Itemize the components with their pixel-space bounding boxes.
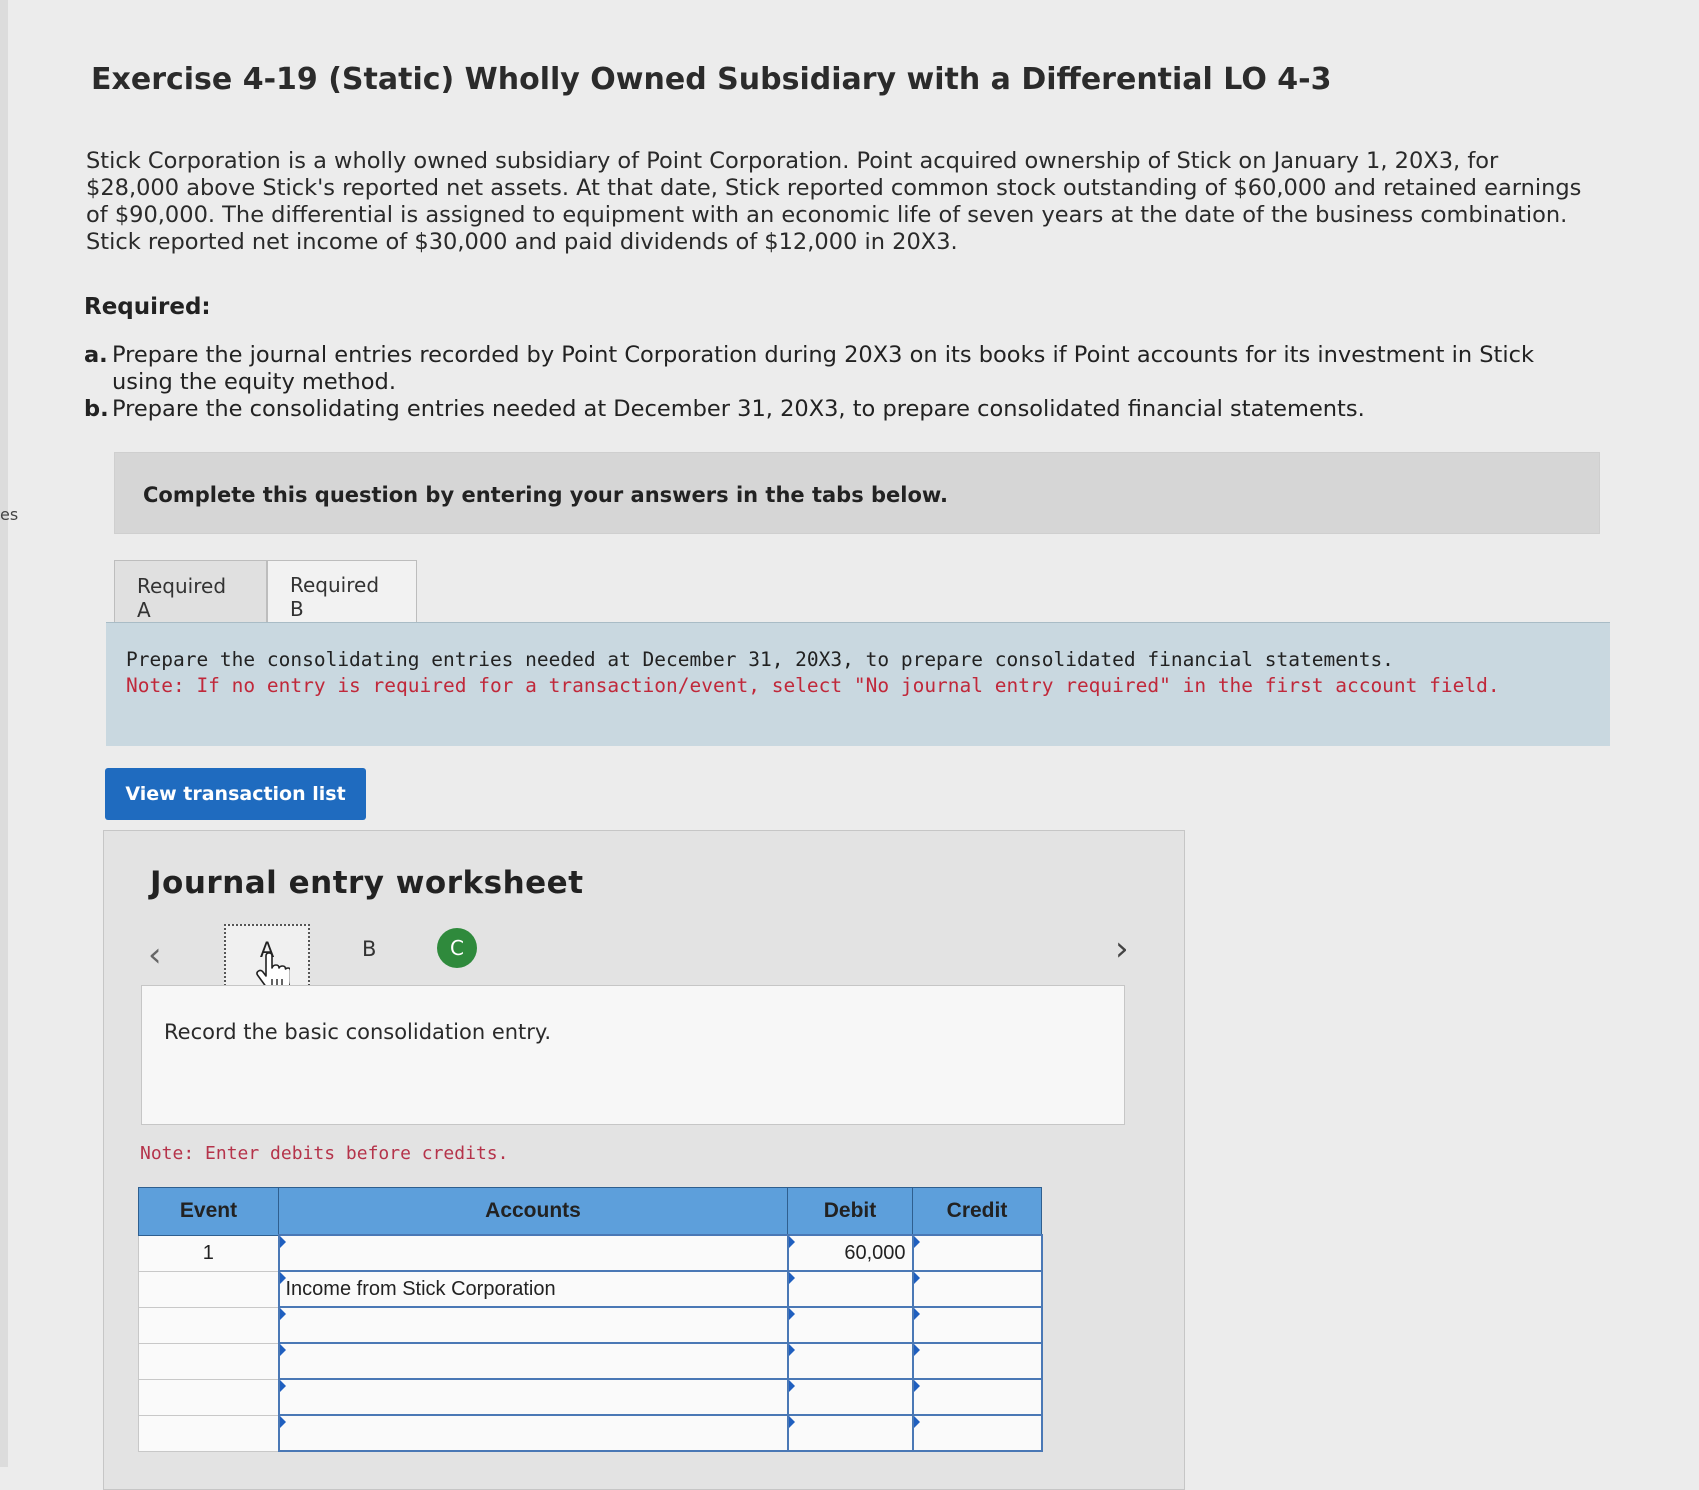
event-cell: [138, 1342, 279, 1380]
column-header-credit: Credit: [912, 1187, 1042, 1236]
instructions-banner: Complete this question by entering your …: [114, 452, 1600, 534]
input-marker-icon: [913, 1308, 920, 1320]
dropdown-marker-icon: [279, 1416, 286, 1428]
account-value: Income from Stick Corporation: [285, 1277, 556, 1300]
dropdown-marker-icon: [279, 1236, 286, 1248]
event-cell: [138, 1414, 279, 1452]
input-marker-icon: [788, 1380, 795, 1392]
required-item-text: Prepare the consolidating entries needed…: [112, 396, 1365, 422]
table-row: [138, 1378, 1043, 1416]
debit-value: 60,000: [844, 1241, 906, 1264]
input-marker-icon: [788, 1416, 795, 1428]
page-title: Exercise 4-19 (Static) Wholly Owned Subs…: [91, 62, 1332, 97]
input-marker-icon: [913, 1272, 920, 1284]
event-c-button[interactable]: C: [437, 928, 477, 968]
event-cell: 1: [138, 1234, 279, 1272]
event-b-button[interactable]: B: [362, 937, 376, 961]
debit-input[interactable]: [786, 1306, 914, 1344]
input-marker-icon: [788, 1272, 795, 1284]
left-edge-strip: [0, 0, 8, 1467]
required-item-a: a. Prepare the journal entries recorded …: [84, 342, 1564, 396]
debit-input[interactable]: [786, 1270, 914, 1308]
journal-table: Event Accounts Debit Credit 1 60,000 Inc…: [138, 1187, 1043, 1452]
table-row: [138, 1306, 1043, 1344]
required-item-label: a.: [84, 342, 108, 368]
account-select[interactable]: Income from Stick Corporation: [277, 1270, 789, 1308]
dropdown-marker-icon: [279, 1308, 286, 1320]
column-header-accounts: Accounts: [278, 1187, 788, 1236]
column-header-event: Event: [138, 1187, 279, 1236]
credit-input[interactable]: [911, 1342, 1043, 1380]
required-item-text: Prepare the journal entries recorded by …: [112, 342, 1534, 395]
credit-input[interactable]: [911, 1414, 1043, 1452]
chevron-right-icon[interactable]: ›: [1115, 929, 1129, 969]
required-item-b: b. Prepare the consolidating entries nee…: [84, 396, 1564, 423]
credit-input[interactable]: [911, 1378, 1043, 1416]
debit-input[interactable]: [786, 1414, 914, 1452]
input-marker-icon: [788, 1308, 795, 1320]
debit-input[interactable]: 60,000: [786, 1234, 914, 1272]
worksheet-title: Journal entry worksheet: [150, 865, 584, 901]
debit-input[interactable]: [786, 1342, 914, 1380]
dropdown-marker-icon: [279, 1380, 286, 1392]
input-marker-icon: [788, 1344, 795, 1356]
table-row: Income from Stick Corporation: [138, 1270, 1043, 1308]
input-marker-icon: [913, 1380, 920, 1392]
sidebar-fragment: es: [0, 505, 19, 524]
panel-note: Note: If no entry is required for a tran…: [126, 674, 1500, 697]
table-row: [138, 1414, 1043, 1452]
entry-instruction: Record the basic consolidation entry.: [164, 1020, 552, 1044]
credit-input[interactable]: [911, 1306, 1043, 1344]
input-marker-icon: [913, 1416, 920, 1428]
entry-instruction-box: Record the basic consolidation entry.: [141, 985, 1125, 1125]
panel-instructions: Prepare the consolidating entries needed…: [126, 647, 1576, 699]
required-heading: Required:: [84, 294, 211, 320]
journal-entry-worksheet: Journal entry worksheet ‹ A B C › Record…: [103, 830, 1185, 1490]
account-select[interactable]: [277, 1306, 789, 1344]
event-cell: [138, 1306, 279, 1344]
required-item-label: b.: [84, 396, 109, 422]
account-select[interactable]: [277, 1234, 789, 1272]
event-cell: [138, 1378, 279, 1416]
view-transaction-list-button[interactable]: View transaction list: [105, 768, 366, 820]
table-row: [138, 1342, 1043, 1380]
panel-text: Prepare the consolidating entries needed…: [126, 648, 1394, 671]
table-header-row: Event Accounts Debit Credit: [138, 1187, 1042, 1236]
event-a-button[interactable]: A: [224, 924, 310, 992]
required-list: a. Prepare the journal entries recorded …: [84, 342, 1564, 423]
credit-input[interactable]: [911, 1234, 1043, 1272]
credit-input[interactable]: [911, 1270, 1043, 1308]
debit-input[interactable]: [786, 1378, 914, 1416]
input-marker-icon: [913, 1236, 920, 1248]
tab-panel: Prepare the consolidating entries needed…: [106, 622, 1610, 746]
table-row: 1 60,000: [138, 1234, 1043, 1272]
account-select[interactable]: [277, 1414, 789, 1452]
instructions-text: Complete this question by entering your …: [143, 483, 948, 507]
account-select[interactable]: [277, 1342, 789, 1380]
chevron-left-icon[interactable]: ‹: [148, 935, 162, 975]
dropdown-marker-icon: [279, 1344, 286, 1356]
input-marker-icon: [913, 1344, 920, 1356]
dropdown-marker-icon: [279, 1272, 286, 1284]
input-marker-icon: [788, 1236, 795, 1248]
problem-statement: Stick Corporation is a wholly owned subs…: [86, 148, 1582, 255]
account-select[interactable]: [277, 1378, 789, 1416]
column-header-debit: Debit: [787, 1187, 913, 1236]
event-cell: [138, 1270, 279, 1308]
debit-credit-note: Note: Enter debits before credits.: [140, 1143, 509, 1164]
